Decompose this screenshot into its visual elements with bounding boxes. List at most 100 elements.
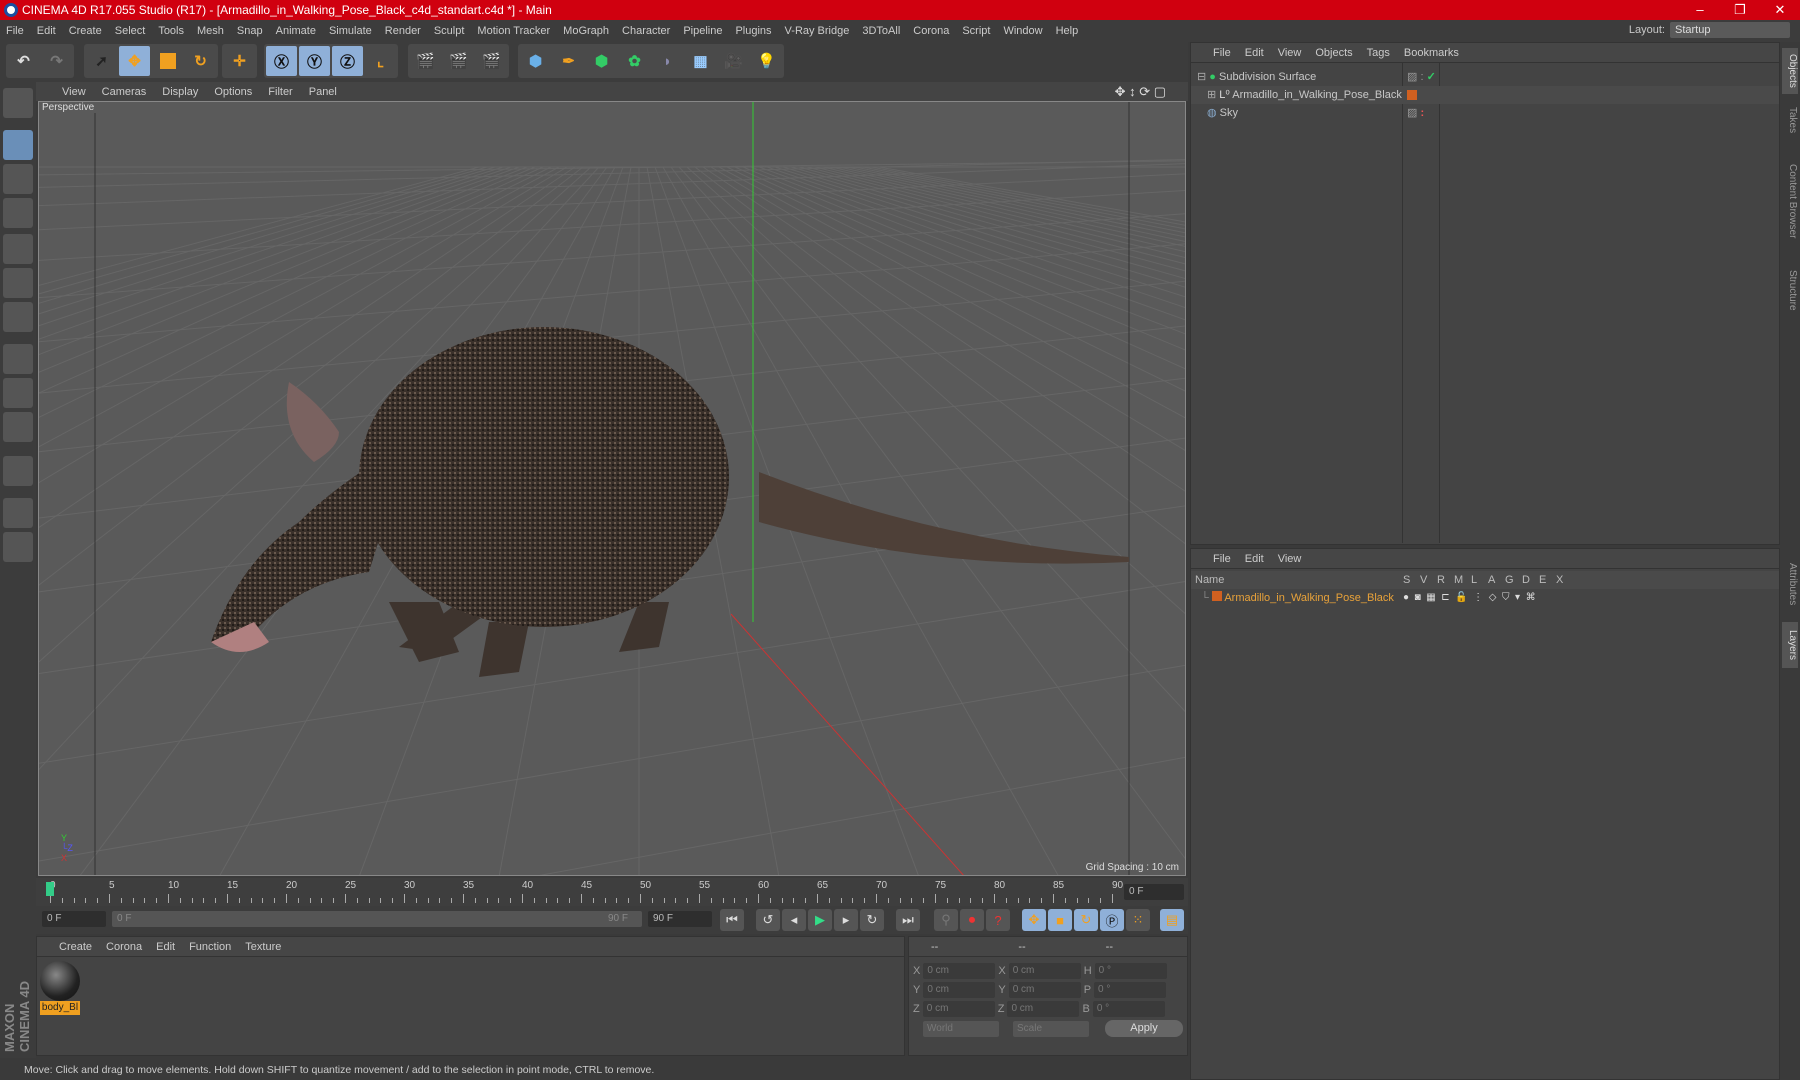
- material-item[interactable]: body_Bl: [40, 961, 80, 1017]
- tab-content-browser[interactable]: Content Browser: [1782, 146, 1798, 256]
- 3d-viewport[interactable]: Perspective Grid Spacing : 10 cm Y └Z X: [38, 101, 1186, 876]
- objects-menu-view[interactable]: View: [1278, 47, 1302, 59]
- menu-tools[interactable]: Tools: [158, 25, 184, 37]
- menu-character[interactable]: Character: [622, 25, 670, 37]
- layer-toggle-icons[interactable]: ● ◙ ▦ ⊏ 🔓 ⋮ ◇ ⛉ ▾ ⌘: [1403, 589, 1536, 607]
- transform-tool-icon[interactable]: ✛: [224, 46, 255, 76]
- edges-mode-icon[interactable]: [3, 268, 33, 298]
- object-row-subdivision-surface[interactable]: ⊟ ● Subdivision Surface ▨ : ✓: [1191, 68, 1779, 86]
- go-to-start-icon[interactable]: ⏮: [720, 909, 744, 931]
- viewport-menu-view[interactable]: View: [62, 86, 86, 98]
- menu-sculpt[interactable]: Sculpt: [434, 25, 465, 37]
- texture-mode-icon[interactable]: [3, 164, 33, 194]
- floor-icon[interactable]: ▦: [685, 46, 716, 76]
- rotation-h-field[interactable]: 0 °: [1094, 963, 1167, 979]
- go-to-end-icon[interactable]: ⏭: [896, 909, 920, 931]
- make-editable-icon[interactable]: [3, 88, 33, 118]
- move-tool-icon[interactable]: ✥: [119, 46, 150, 76]
- viewport-menu-filter[interactable]: Filter: [268, 86, 292, 98]
- y-axis-icon[interactable]: Ⓨ: [299, 46, 330, 76]
- menu-edit[interactable]: Edit: [37, 25, 56, 37]
- position-x-field[interactable]: 0 cm: [923, 963, 996, 979]
- timeline-window-icon[interactable]: ▤: [1160, 909, 1184, 931]
- keyframe-selection-icon[interactable]: ?: [986, 909, 1010, 931]
- menu-mograph[interactable]: MoGraph: [563, 25, 609, 37]
- key-rotation-icon[interactable]: ↻: [1074, 909, 1098, 931]
- object-row-armadillo[interactable]: ⊞ L⁰ Armadillo_in_Walking_Pose_Black: [1191, 86, 1779, 104]
- material-tag-icon[interactable]: [1407, 90, 1417, 100]
- tab-structure[interactable]: Structure: [1782, 262, 1798, 318]
- material-menu-create[interactable]: Create: [59, 941, 92, 953]
- layers-menu-edit[interactable]: Edit: [1245, 553, 1264, 565]
- playhead[interactable]: [46, 882, 54, 896]
- viewport-menu-display[interactable]: Display: [162, 86, 198, 98]
- size-y-field[interactable]: 0 cm: [1008, 982, 1081, 998]
- viewport-menu-panel[interactable]: Panel: [309, 86, 337, 98]
- material-menu-edit[interactable]: Edit: [156, 941, 175, 953]
- x-axis-icon[interactable]: Ⓧ: [266, 46, 297, 76]
- key-scale-icon[interactable]: ■: [1048, 909, 1072, 931]
- object-row-sky[interactable]: ◍ Sky ▨ :: [1191, 104, 1779, 122]
- undo-icon[interactable]: ↶: [8, 46, 39, 76]
- objects-menu-tags[interactable]: Tags: [1367, 47, 1390, 59]
- menu-simulate[interactable]: Simulate: [329, 25, 372, 37]
- rotate-tool-icon[interactable]: ↻: [185, 46, 216, 76]
- camera-icon[interactable]: 🎥: [718, 46, 749, 76]
- coordinate-system-icon[interactable]: ⌞: [365, 46, 396, 76]
- apply-button[interactable]: Apply: [1105, 1020, 1183, 1037]
- current-frame-field[interactable]: 0 F: [1124, 884, 1184, 900]
- position-y-field[interactable]: 0 cm: [923, 982, 996, 998]
- visibility-dots-icon[interactable]: ▨ :: [1407, 104, 1424, 122]
- close-button[interactable]: ✕: [1760, 0, 1800, 20]
- menu-script[interactable]: Script: [962, 25, 990, 37]
- redo-icon[interactable]: ↷: [41, 46, 72, 76]
- menu-create[interactable]: Create: [69, 25, 102, 37]
- menu-file[interactable]: File: [6, 25, 24, 37]
- menu-render[interactable]: Render: [385, 25, 421, 37]
- world-dropdown[interactable]: World: [923, 1021, 999, 1037]
- subdivision-icon[interactable]: ⬢: [586, 46, 617, 76]
- visibility-dots-icon[interactable]: ▨ : ✓: [1407, 68, 1436, 86]
- layer-color-swatch[interactable]: [1211, 591, 1222, 601]
- workplane-icon[interactable]: [3, 532, 33, 562]
- menu-window[interactable]: Window: [1003, 25, 1042, 37]
- key-position-icon[interactable]: ✥: [1022, 909, 1046, 931]
- previous-key-icon[interactable]: ↺: [756, 909, 780, 931]
- tab-takes[interactable]: Takes: [1782, 100, 1798, 140]
- axis-mode-icon[interactable]: [3, 344, 33, 374]
- key-parameter-icon[interactable]: Ⓟ: [1100, 909, 1124, 931]
- lock-workplane-icon[interactable]: [3, 498, 33, 528]
- z-axis-icon[interactable]: Ⓩ: [332, 46, 363, 76]
- next-key-icon[interactable]: ↻: [860, 909, 884, 931]
- cloner-icon[interactable]: ✿: [619, 46, 650, 76]
- objects-menu-edit[interactable]: Edit: [1245, 47, 1264, 59]
- scale-dropdown[interactable]: Scale: [1013, 1021, 1089, 1037]
- layout-dropdown[interactable]: Startup: [1670, 22, 1790, 38]
- menu-pipeline[interactable]: Pipeline: [683, 25, 722, 37]
- layers-menu-file[interactable]: File: [1213, 553, 1231, 565]
- menu-plugins[interactable]: Plugins: [735, 25, 771, 37]
- deformer-icon[interactable]: ◗: [652, 46, 683, 76]
- snap-icon[interactable]: [3, 412, 33, 442]
- restore-button[interactable]: ❐: [1720, 0, 1760, 20]
- scale-tool-icon[interactable]: [152, 46, 183, 76]
- light-icon[interactable]: 💡: [751, 46, 782, 76]
- material-menu-corona[interactable]: Corona: [106, 941, 142, 953]
- size-x-field[interactable]: 0 cm: [1008, 963, 1081, 979]
- pen-spline-icon[interactable]: ✒: [553, 46, 584, 76]
- select-tool-icon[interactable]: ➚: [86, 46, 117, 76]
- model-mode-icon[interactable]: [3, 130, 33, 160]
- layers-menu-view[interactable]: View: [1278, 553, 1302, 565]
- size-z-field[interactable]: 0 cm: [1007, 1001, 1080, 1017]
- menu-vray-bridge[interactable]: V-Ray Bridge: [785, 25, 850, 37]
- menu-corona[interactable]: Corona: [913, 25, 949, 37]
- tab-attributes[interactable]: Attributes: [1782, 552, 1798, 616]
- autokey-icon[interactable]: ⏺: [960, 909, 984, 931]
- play-icon[interactable]: ▶: [808, 909, 832, 931]
- viewport-menu-options[interactable]: Options: [214, 86, 252, 98]
- objects-menu-objects[interactable]: Objects: [1315, 47, 1352, 59]
- viewport-menu-cameras[interactable]: Cameras: [102, 86, 147, 98]
- keyframe-icon[interactable]: ⚲: [934, 909, 958, 931]
- points-mode-icon[interactable]: [3, 234, 33, 264]
- magnet-icon[interactable]: [3, 456, 33, 486]
